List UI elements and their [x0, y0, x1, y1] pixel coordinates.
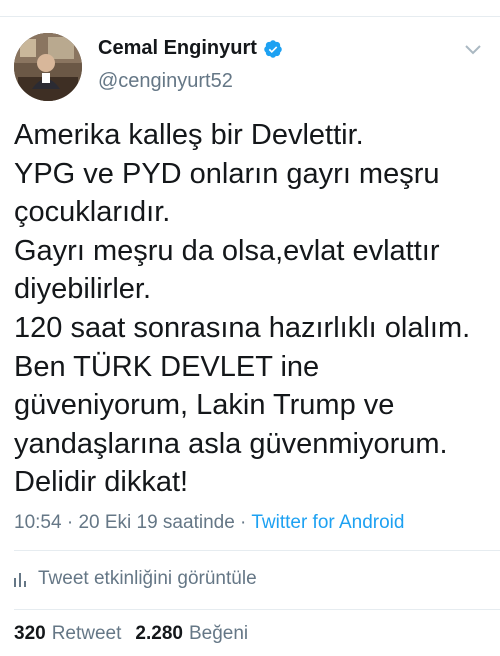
- meta-separator: ·: [61, 512, 79, 533]
- activity-label: Tweet etkinliğini görüntüle: [38, 568, 257, 589]
- author-names: Cemal Enginyurt @cenginyurt52: [98, 37, 283, 93]
- engagement-counts: 320 Retweet 2.280 Beğeni: [14, 623, 248, 645]
- tweet-time: 10:54: [14, 512, 62, 533]
- top-divider: [0, 16, 500, 17]
- divider: [14, 609, 500, 610]
- bar-chart-icon: [14, 571, 28, 587]
- chevron-down-icon[interactable]: [464, 43, 482, 55]
- tweet-source-link[interactable]: Twitter for Android: [251, 512, 404, 533]
- avatar[interactable]: [14, 33, 82, 101]
- display-name[interactable]: Cemal Enginyurt: [98, 37, 257, 60]
- tweet-meta: 10:54 · 20 Eki 19 saatinde · Twitter for…: [14, 512, 404, 534]
- tweet-text: Amerika kalleş bir Devlettir. YPG ve PYD…: [14, 119, 471, 499]
- retweet-label[interactable]: Retweet: [52, 623, 122, 645]
- tweet-activity-link[interactable]: Tweet etkinliğini görüntüle: [14, 568, 257, 590]
- meta-separator: ·: [234, 512, 252, 533]
- divider: [14, 550, 500, 551]
- tweet-header: Cemal Enginyurt @cenginyurt52: [14, 33, 486, 103]
- verified-icon: [263, 39, 283, 59]
- author-handle[interactable]: @cenginyurt52: [98, 70, 283, 93]
- like-count[interactable]: 2.280: [135, 623, 183, 645]
- tweet-date: 20 Eki 19 saatinde: [78, 512, 235, 533]
- retweet-count[interactable]: 320: [14, 623, 46, 645]
- like-label[interactable]: Beğeni: [189, 623, 248, 645]
